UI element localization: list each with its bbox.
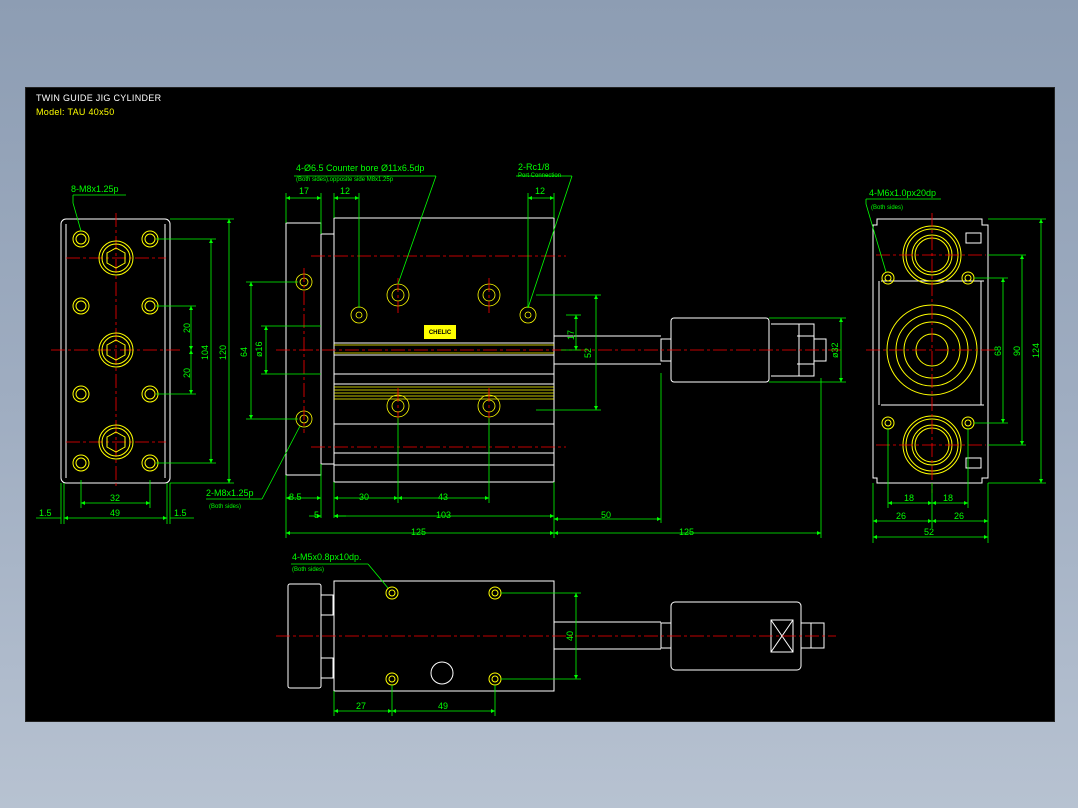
bottom-dim-40: 40: [565, 631, 575, 641]
left-dim-20-top: 20: [182, 323, 192, 333]
right-view-body-outline: [872, 218, 989, 484]
bottom-view-callout-sub: (Both sides): [292, 567, 324, 573]
front-view-centerlines: [276, 255, 841, 448]
front-dim-32: ø32: [830, 342, 840, 358]
front-dim-125-b: 125: [679, 527, 694, 537]
right-view-callout-sub: (Both sides): [871, 205, 903, 211]
right-dim-18-left: 18: [904, 493, 914, 503]
front-callout-counterbore: 4-Ø6.5 Counter bore Ø11x6.5dp: [296, 163, 424, 173]
cad-viewport[interactable]: TWIN GUIDE JIG CYLINDER Model: TAU 40x50: [25, 87, 1055, 722]
left-dim-20-bottom: 20: [182, 368, 192, 378]
right-dim-124: 124: [1031, 343, 1041, 358]
front-dim-8-5: 8.5: [289, 492, 302, 502]
right-dim-52: 52: [924, 527, 934, 537]
left-dim-120: 120: [218, 345, 228, 360]
front-dim-125-a: 125: [411, 527, 426, 537]
front-dim-30: 30: [359, 492, 369, 502]
cad-drawing: 8-M8x1.25p 32 49 1.5 1.5 20 20 104 120 C…: [36, 162, 1046, 716]
right-view-callout: 4-M6x1.0px20dp: [869, 188, 936, 198]
right-view-dimensions: [865, 198, 1046, 543]
front-callout-bottom: 2-M8x1.25p: [206, 488, 254, 498]
right-dim-18-right: 18: [943, 493, 953, 503]
front-dim-50: 50: [601, 510, 611, 520]
front-dim-12-right: 12: [535, 186, 545, 196]
front-callout-port: 2-Rc1/8: [518, 162, 550, 172]
front-view: CHELIC 4-Ø6.5 Counter bore Ø11x6.5dp (Bo…: [206, 162, 846, 538]
manufacturer-logo-text: CHELIC: [429, 330, 452, 336]
front-view-plate: [285, 222, 322, 476]
front-dim-43: 43: [438, 492, 448, 502]
front-dim-12-left: 12: [340, 186, 350, 196]
bottom-view-callout: 4-M5x0.8px10dp.: [292, 552, 362, 562]
left-dim-32: 32: [110, 493, 120, 503]
right-view: 4-M6x1.0px20dp (Both sides) 68 90 124 18…: [865, 188, 1046, 543]
left-view-holes: [72, 230, 159, 472]
bottom-dim-49: 49: [438, 701, 448, 711]
front-dim-64: 64: [239, 347, 249, 357]
bottom-dim-27: 27: [356, 701, 366, 711]
front-view-dimensions: [206, 175, 846, 538]
front-callout-counterbore-sub: (Both sides),opposite side M8x1.25p: [296, 177, 394, 183]
front-dim-5: 5: [314, 510, 319, 520]
front-dim-52: 52: [583, 348, 593, 358]
left-view-body-outline: [60, 218, 171, 484]
front-dim-16: ø16: [254, 341, 264, 357]
front-dim-17-right: 17: [566, 330, 576, 340]
left-view-callout: 8-M8x1.25p: [71, 184, 119, 194]
left-view: 8-M8x1.25p 32 49 1.5 1.5 20 20 104 120: [36, 184, 234, 524]
front-callout-bottom-sub: (Both sides): [209, 504, 241, 510]
right-dim-90: 90: [1012, 346, 1022, 356]
front-dim-17: 17: [299, 186, 309, 196]
right-dim-68: 68: [993, 346, 1003, 356]
left-dim-49: 49: [110, 508, 120, 518]
front-dim-103: 103: [436, 510, 451, 520]
front-callout-port-sub: Port Connection: [518, 173, 561, 179]
left-dim-104: 104: [200, 345, 210, 360]
right-dim-26-left: 26: [896, 511, 906, 521]
bottom-view: 4-M5x0.8px10dp. (Both sides) 40 27 49: [276, 552, 836, 716]
right-dim-26-right: 26: [954, 511, 964, 521]
left-dim-1-5-left: 1.5: [39, 508, 52, 518]
left-dim-1-5-right: 1.5: [174, 508, 187, 518]
left-view-centerlines: [51, 213, 181, 488]
